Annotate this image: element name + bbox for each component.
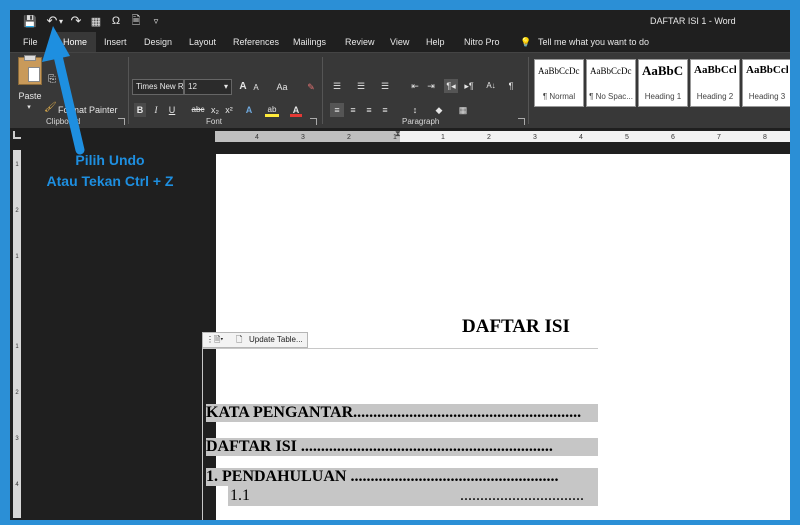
annotation-line-1: Pilih Undo [75, 152, 145, 168]
annotation-arrow-icon [42, 26, 85, 155]
annotation-text: Pilih Undo Atau Tekan Ctrl + Z [20, 150, 200, 192]
annotation-line-2: Atau Tekan Ctrl + Z [46, 173, 174, 189]
